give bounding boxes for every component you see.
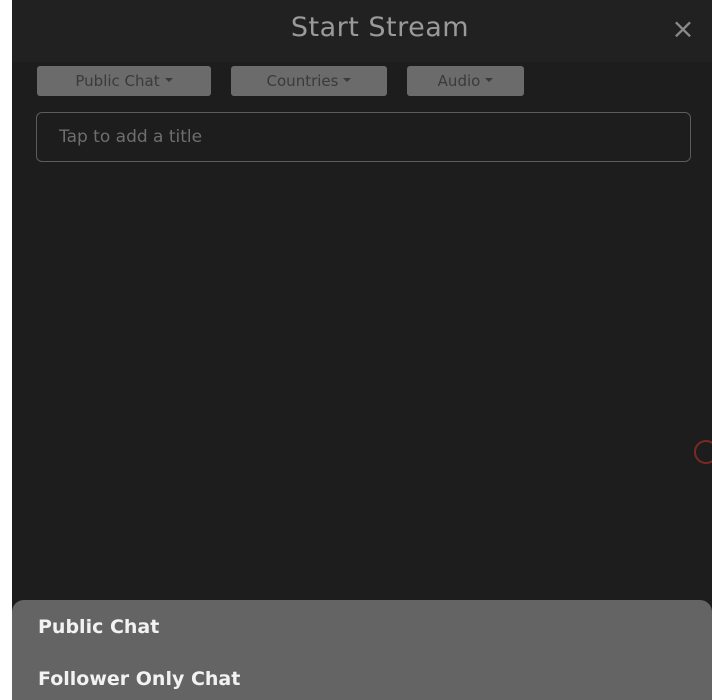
caret-down-icon — [485, 77, 494, 82]
menu-item-follower-only-chat[interactable]: Follower Only Chat — [38, 668, 240, 690]
stream-title-input[interactable] — [36, 112, 691, 162]
menu-item-public-chat[interactable]: Public Chat — [38, 616, 159, 638]
record-indicator-icon — [694, 440, 712, 464]
audio-dropdown[interactable]: Audio — [407, 66, 524, 96]
chat-type-label: Public Chat — [75, 72, 160, 90]
chat-type-menu: Public Chat Follower Only Chat — [12, 600, 712, 700]
chat-type-dropdown[interactable]: Public Chat — [37, 66, 211, 96]
caret-down-icon — [343, 77, 352, 82]
audio-label: Audio — [437, 72, 481, 90]
stream-setup-screen: Start Stream × Public Chat Countries Aud… — [12, 0, 712, 700]
header-bar: Start Stream × — [12, 0, 712, 62]
page-title: Start Stream — [290, 12, 470, 43]
countries-dropdown[interactable]: Countries — [231, 66, 387, 96]
close-icon[interactable]: × — [668, 14, 698, 44]
caret-down-icon — [164, 77, 173, 82]
countries-label: Countries — [266, 72, 339, 90]
